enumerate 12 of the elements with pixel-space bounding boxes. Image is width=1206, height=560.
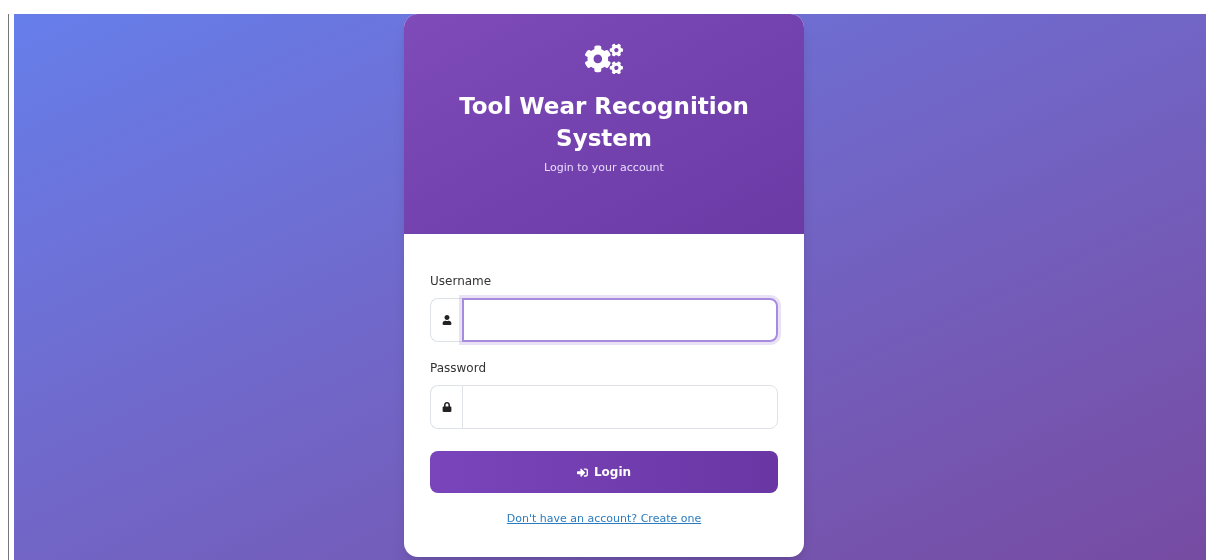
signup-link[interactable]: Don't have an account? Create one	[506, 511, 702, 528]
field-label: Username	[430, 273, 493, 290]
login-button[interactable]: Login	[430, 451, 778, 493]
app-title: Tool Wear Recognition System	[458, 92, 750, 153]
password-field[interactable]	[462, 385, 778, 429]
subtitle: Login to your account	[544, 160, 664, 176]
user-icon	[441, 315, 452, 325]
login-icon	[576, 466, 588, 478]
username-field[interactable]	[462, 298, 778, 342]
lock-icon	[441, 402, 452, 412]
gears-icon	[585, 42, 623, 76]
field-label: Password	[430, 360, 488, 377]
